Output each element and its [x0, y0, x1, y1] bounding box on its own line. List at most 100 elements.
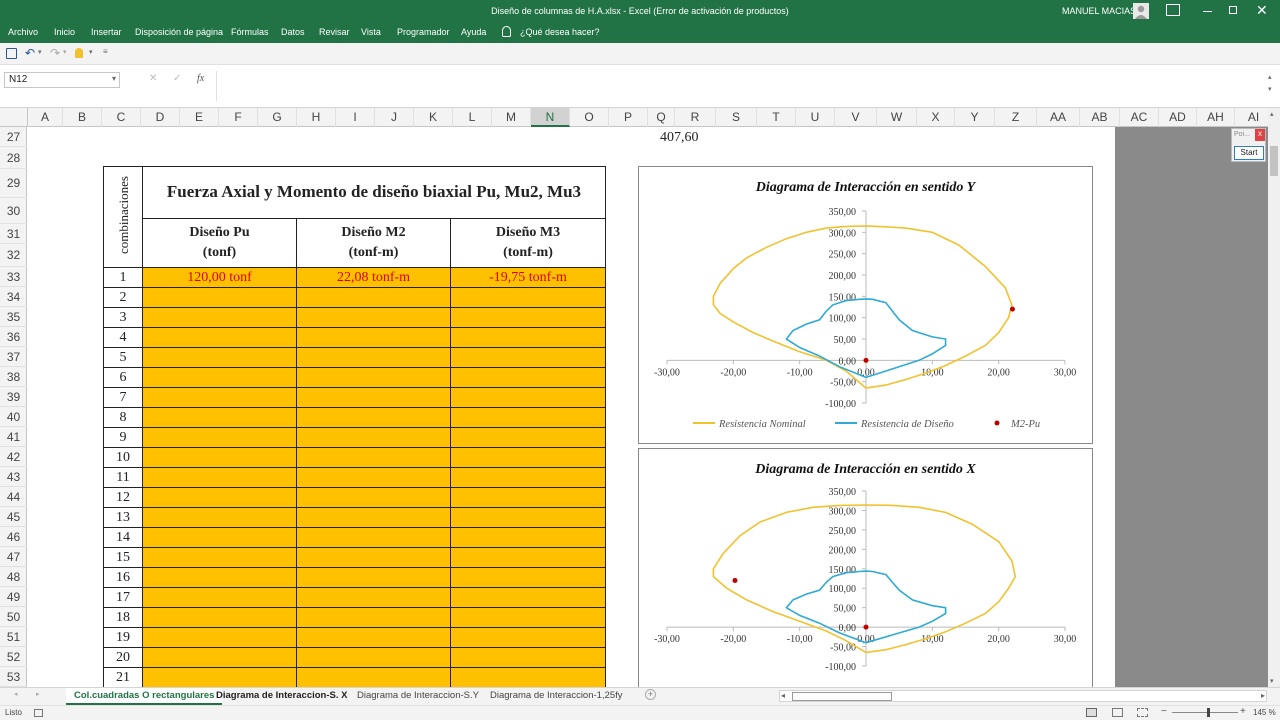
- chart-sentido-y[interactable]: Diagrama de Interacción en sentido Y -30,…: [638, 166, 1093, 444]
- formula-input[interactable]: [216, 71, 1266, 101]
- avatar[interactable]: [1133, 3, 1149, 19]
- pu-cell[interactable]: [142, 607, 297, 628]
- row-header-48[interactable]: 48: [0, 567, 27, 587]
- column-header-y[interactable]: Y: [955, 108, 995, 127]
- m3-cell[interactable]: [450, 307, 606, 328]
- save-icon[interactable]: [6, 48, 17, 59]
- pu-cell[interactable]: [142, 307, 297, 328]
- m3-cell[interactable]: [450, 567, 606, 588]
- row-header-47[interactable]: 47: [0, 547, 27, 567]
- column-header-b[interactable]: B: [63, 108, 102, 127]
- column-header-o[interactable]: O: [570, 108, 609, 127]
- page-break-view-icon[interactable]: [1137, 708, 1148, 717]
- hscroll-right-icon[interactable]: ▸: [1261, 691, 1265, 700]
- column-header-ab[interactable]: AB: [1080, 108, 1120, 127]
- column-header-p[interactable]: P: [609, 108, 648, 127]
- normal-view-icon[interactable]: [1086, 708, 1097, 717]
- column-header-s[interactable]: S: [716, 108, 757, 127]
- scroll-thumb[interactable]: [1270, 146, 1278, 176]
- column-header-c[interactable]: C: [102, 108, 141, 127]
- m2-value[interactable]: 22,08 tonf-m: [296, 267, 451, 288]
- pu-cell[interactable]: [142, 567, 297, 588]
- tab-diagrama-sy[interactable]: Diagrama de Interaccion-S.Y: [349, 688, 487, 705]
- m2-cell[interactable]: [296, 427, 451, 448]
- menu-programador[interactable]: Programador: [397, 27, 450, 37]
- m3-cell[interactable]: [450, 407, 606, 428]
- zoom-in-icon[interactable]: +: [1240, 706, 1246, 717]
- column-header-t[interactable]: T: [757, 108, 796, 127]
- chart-sentido-x[interactable]: Diagrama de Interacción en sentido X -30,…: [638, 448, 1093, 687]
- tell-me-search[interactable]: ¿Qué desea hacer?: [520, 27, 600, 37]
- column-header-m[interactable]: M: [492, 108, 531, 127]
- m2-cell[interactable]: [296, 327, 451, 348]
- m2-cell[interactable]: [296, 367, 451, 388]
- m2-cell[interactable]: [296, 527, 451, 548]
- row-header-29[interactable]: 29: [0, 169, 27, 198]
- menu-insertar[interactable]: Insertar: [91, 27, 122, 37]
- worksheet-grid[interactable]: 407,60 combinaciones Fuerza Axial y Mome…: [28, 127, 1268, 687]
- m3-cell[interactable]: [450, 587, 606, 608]
- m2-cell[interactable]: [296, 487, 451, 508]
- horizontal-scrollbar[interactable]: ◂ ▸: [779, 690, 1267, 702]
- pu-cell[interactable]: [142, 347, 297, 368]
- m2-cell[interactable]: [296, 667, 451, 687]
- m3-cell[interactable]: [450, 487, 606, 508]
- row-header-37[interactable]: 37: [0, 347, 27, 367]
- menu-formulas[interactable]: Fórmulas: [231, 27, 269, 37]
- pu-cell[interactable]: [142, 367, 297, 388]
- customize-qat-icon[interactable]: ≡: [103, 47, 108, 56]
- row-header-36[interactable]: 36: [0, 327, 27, 347]
- m2-cell[interactable]: [296, 607, 451, 628]
- m3-cell[interactable]: [450, 427, 606, 448]
- m3-cell[interactable]: [450, 547, 606, 568]
- row-header-31[interactable]: 31: [0, 224, 27, 244]
- row-header-45[interactable]: 45: [0, 507, 27, 527]
- cancel-icon[interactable]: ✕: [149, 73, 157, 84]
- pu-cell[interactable]: [142, 507, 297, 528]
- column-header-ac[interactable]: AC: [1120, 108, 1159, 127]
- insert-function-icon[interactable]: fx: [197, 73, 204, 84]
- row-header-41[interactable]: 41: [0, 427, 27, 447]
- row-header-53[interactable]: 53: [0, 667, 27, 687]
- m3-cell[interactable]: [450, 287, 606, 308]
- close-icon[interactable]: ✕: [1256, 2, 1268, 19]
- pu-cell[interactable]: [142, 667, 297, 687]
- name-box-dropdown-icon[interactable]: ▾: [112, 74, 116, 83]
- m2-cell[interactable]: [296, 467, 451, 488]
- expand-formula-icon-down[interactable]: ▾: [1268, 85, 1272, 93]
- row-header-28[interactable]: 28: [0, 147, 27, 169]
- row-header-43[interactable]: 43: [0, 467, 27, 487]
- popup-close-icon[interactable]: x: [1255, 129, 1265, 141]
- menu-ayuda[interactable]: Ayuda: [461, 27, 486, 37]
- touch-dropdown-icon[interactable]: ▾: [89, 48, 93, 56]
- zoom-level[interactable]: 145 %: [1253, 708, 1276, 717]
- column-header-q[interactable]: Q: [648, 108, 675, 127]
- row-header-38[interactable]: 38: [0, 367, 27, 387]
- tab-scroll-right-icon[interactable]: ▸: [36, 690, 40, 698]
- hscroll-left-icon[interactable]: ◂: [781, 691, 785, 700]
- vertical-scrollbar[interactable]: ▴ ▾: [1268, 108, 1280, 687]
- column-header-u[interactable]: U: [796, 108, 835, 127]
- pu-cell[interactable]: [142, 587, 297, 608]
- scroll-down-icon[interactable]: ▾: [1270, 677, 1274, 685]
- column-header-e[interactable]: E: [180, 108, 219, 127]
- new-sheet-icon[interactable]: +: [645, 689, 656, 700]
- undo-icon[interactable]: ↶: [25, 46, 35, 60]
- hscroll-thumb[interactable]: [792, 692, 892, 701]
- m2-cell[interactable]: [296, 287, 451, 308]
- row-header-33[interactable]: 33: [0, 267, 27, 287]
- pu-cell[interactable]: [142, 627, 297, 648]
- m2-cell[interactable]: [296, 347, 451, 368]
- row-header-46[interactable]: 46: [0, 527, 27, 547]
- expand-formula-icon[interactable]: ▴: [1268, 73, 1272, 81]
- popup-window[interactable]: Poi... x Start: [1231, 128, 1266, 162]
- touch-mode-icon[interactable]: [75, 48, 83, 58]
- pu-cell[interactable]: [142, 487, 297, 508]
- row-header-42[interactable]: 42: [0, 447, 27, 467]
- column-header-v[interactable]: V: [835, 108, 877, 127]
- column-header-x[interactable]: X: [917, 108, 955, 127]
- m2-cell[interactable]: [296, 547, 451, 568]
- column-header-w[interactable]: W: [877, 108, 917, 127]
- column-header-z[interactable]: Z: [995, 108, 1037, 127]
- column-header-g[interactable]: G: [258, 108, 297, 127]
